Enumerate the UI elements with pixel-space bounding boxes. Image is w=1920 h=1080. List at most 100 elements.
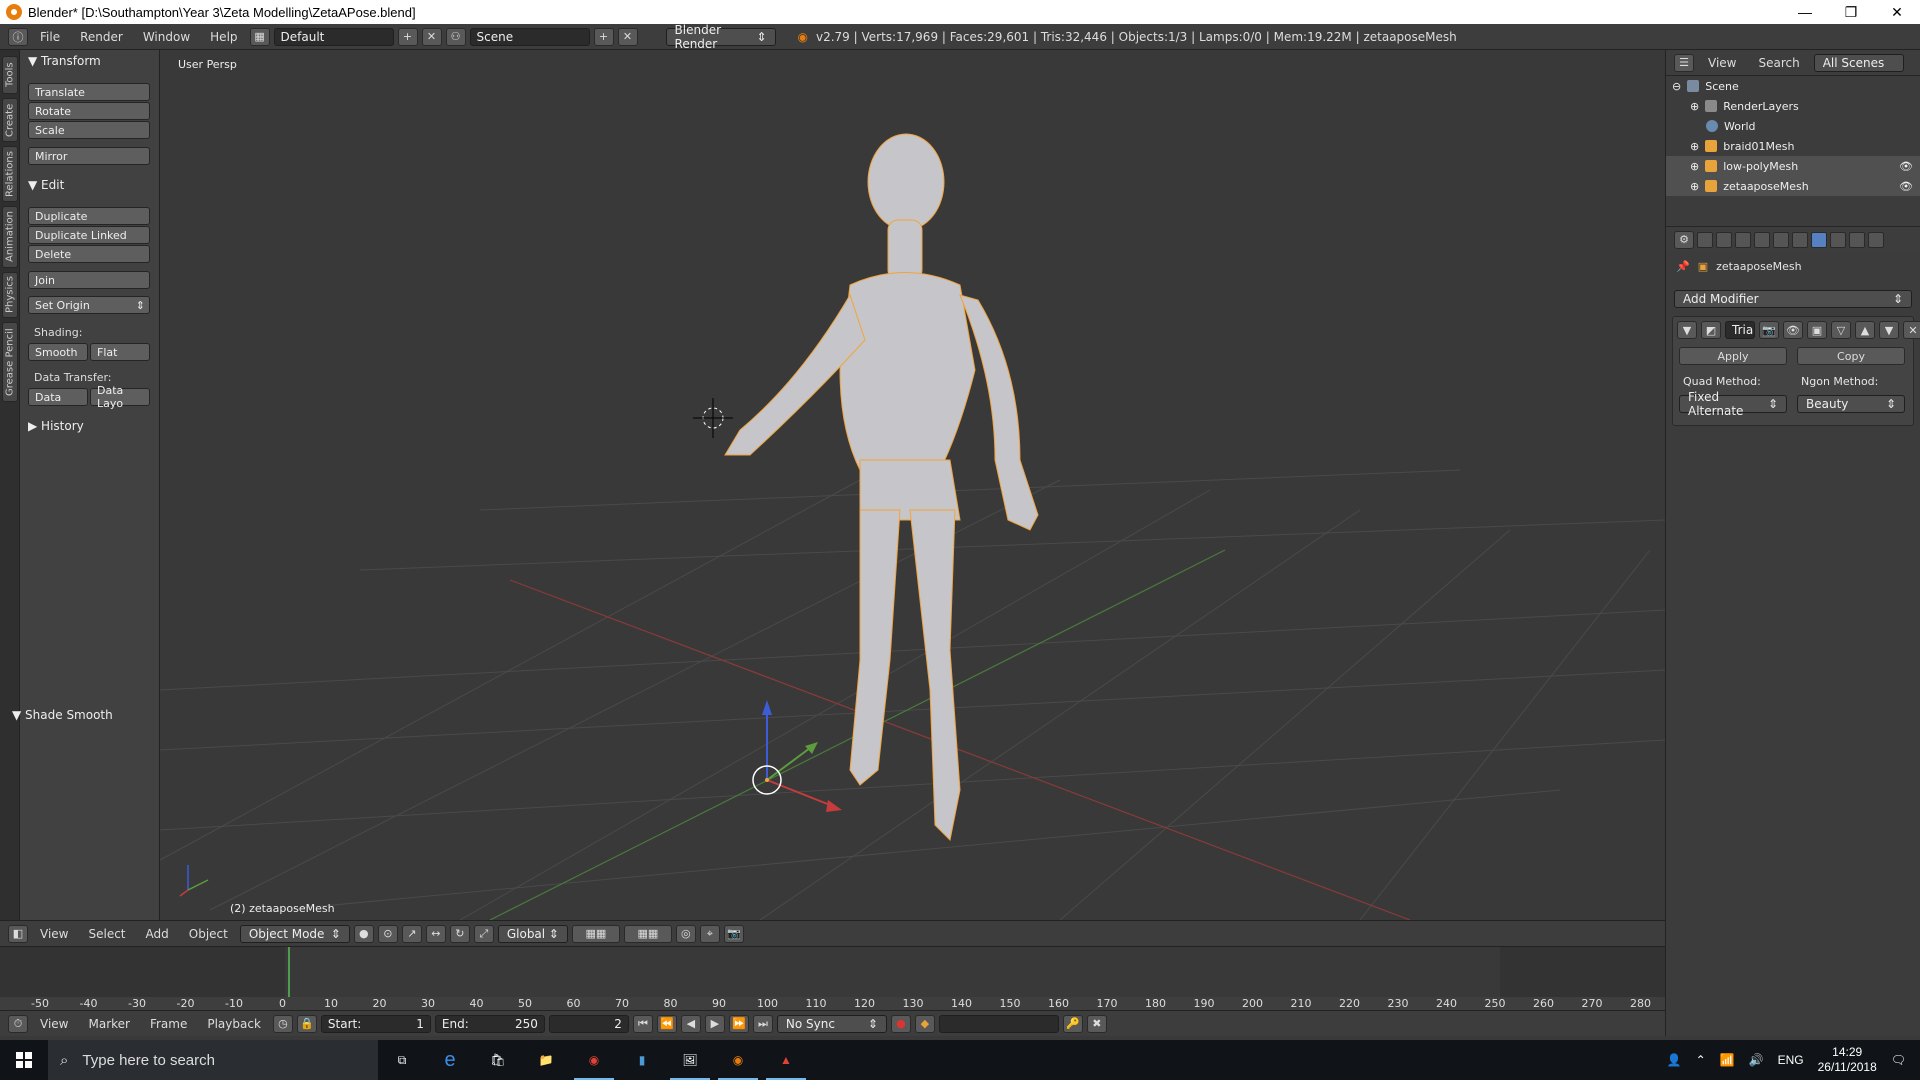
duplicate-button[interactable]: Duplicate [28, 207, 150, 225]
add-layout-icon[interactable]: + [397, 27, 418, 46]
menu-render[interactable]: Render [72, 30, 131, 44]
play-reverse-icon[interactable]: ◀ [680, 1014, 701, 1033]
viewport-toggle-icon[interactable]: 👁 [1783, 321, 1803, 339]
pin-icon[interactable]: 📌 [1676, 260, 1690, 273]
editor-type-outliner-icon[interactable]: ☰ [1674, 53, 1694, 72]
clock[interactable]: 14:29 26/11/2018 [1818, 1045, 1877, 1075]
3d-cursor[interactable] [693, 398, 733, 438]
render-layers-tab-icon[interactable] [1716, 231, 1732, 248]
remove-layout-icon[interactable]: ✕ [421, 27, 442, 46]
shade-smooth-panel-header[interactable]: ▼ Shade Smooth [12, 708, 113, 722]
join-button[interactable]: Join [28, 271, 150, 289]
layers-grid-b-icon[interactable]: ▦▦ [623, 924, 672, 943]
smooth-button[interactable]: Smooth [28, 343, 88, 361]
current-frame-marker[interactable] [288, 947, 290, 997]
add-modifier-dropdown[interactable]: Add Modifier ⇕ [1674, 290, 1912, 308]
editor-type-timeline-icon[interactable]: ⏱ [8, 1014, 28, 1033]
viewport-shading-icon[interactable]: ● [353, 924, 374, 943]
tray-chevron-icon[interactable]: ⌃ [1696, 1053, 1706, 1067]
jump-start-icon[interactable]: ⏮ [632, 1014, 653, 1033]
scene-icon[interactable]: ⚇ [445, 27, 466, 46]
outliner-filter-dropdown[interactable]: All Scenes [1813, 53, 1904, 72]
tab-relations[interactable]: Relations [2, 146, 18, 202]
windows-start-icon[interactable] [0, 1040, 48, 1080]
outliner-view-menu[interactable]: View [1700, 56, 1744, 70]
end-frame-field[interactable]: End: 250 [434, 1014, 545, 1033]
rotate-button[interactable]: Rotate [28, 102, 150, 120]
tab-tools[interactable]: Tools [2, 56, 18, 94]
scale-button[interactable]: Scale [28, 121, 150, 139]
outliner-search-menu[interactable]: Search [1750, 56, 1807, 70]
render-engine-dropdown[interactable]: Blender Render ⇕ [665, 23, 776, 51]
mode-dropdown[interactable]: Object Mode ⇕ [239, 924, 350, 943]
mirror-button[interactable]: Mirror [28, 147, 150, 165]
tab-animation[interactable]: Animation [2, 206, 18, 268]
view-menu[interactable]: View [32, 927, 76, 941]
playback-menu[interactable]: Playback [199, 1017, 269, 1031]
scale-manipulator-icon[interactable]: ⤢ [473, 924, 494, 943]
remove-modifier-icon[interactable]: ✕ [1903, 321, 1920, 339]
constraints-tab-icon[interactable] [1792, 231, 1808, 248]
snap-icon[interactable]: ⌖ [699, 924, 720, 943]
expand-icon[interactable]: ⊖ [1672, 80, 1681, 93]
record-icon[interactable]: ● [890, 1014, 911, 1033]
start-frame-field[interactable]: Start: 1 [320, 1014, 431, 1033]
file-explorer-icon[interactable]: 📁 [522, 1040, 570, 1080]
range-icon[interactable]: ◷ [272, 1014, 293, 1033]
proportional-edit-icon[interactable]: ◎ [675, 924, 696, 943]
render-tab-icon[interactable] [1697, 231, 1713, 248]
edge-icon[interactable]: e [426, 1040, 474, 1080]
3d-viewport[interactable]: User Persp (2) zetaaposeMesh [160, 50, 1665, 920]
material-tab-icon[interactable] [1849, 231, 1865, 248]
notification-icon[interactable]: 🗨 [1891, 1053, 1906, 1067]
info-editor-type-icon[interactable]: ⓘ [8, 27, 28, 46]
close-button[interactable]: ✕ [1874, 4, 1920, 21]
data-transfer-button[interactable]: Data [28, 388, 88, 406]
render-preview-icon[interactable]: 📷 [723, 924, 744, 943]
object-menu[interactable]: Object [181, 927, 236, 941]
blender-taskbar-icon[interactable]: ◉ [714, 1040, 762, 1080]
frame-menu[interactable]: Frame [142, 1017, 195, 1031]
history-panel-header[interactable]: ▶ History [28, 419, 84, 433]
expand-icon[interactable]: ⊕ [1690, 140, 1699, 153]
lock-icon[interactable]: 🔒 [296, 1014, 317, 1033]
texture-tab-icon[interactable] [1868, 231, 1884, 248]
delete-button[interactable]: Delete [28, 245, 150, 263]
apply-button[interactable]: Apply [1679, 347, 1787, 365]
transform-panel-header[interactable]: ▼ Transform [28, 54, 101, 68]
editmode-toggle-icon[interactable]: ▣ [1807, 321, 1827, 339]
manipulator-toggle-icon[interactable]: ↗ [401, 924, 422, 943]
edit-panel-header[interactable]: ▼ Edit [28, 178, 64, 192]
set-origin-dropdown[interactable]: Set Origin ⇕ [28, 296, 150, 314]
tab-create[interactable]: Create [2, 98, 18, 142]
sync-dropdown[interactable]: No Sync ⇕ [776, 1014, 887, 1033]
expand-icon[interactable]: ⊕ [1690, 180, 1699, 193]
visibility-eye-icon[interactable]: 👁 [1899, 160, 1913, 173]
taskbar-search[interactable]: ⌕ Type here to search [48, 1040, 378, 1080]
volume-icon[interactable]: 🔊 [1749, 1053, 1764, 1067]
layout-grid-icon[interactable]: ▦ [249, 27, 270, 46]
marker-menu[interactable]: Marker [80, 1017, 137, 1031]
tab-physics[interactable]: Physics [2, 272, 18, 318]
object-tab-icon[interactable] [1773, 231, 1789, 248]
play-icon[interactable]: ▶ [704, 1014, 725, 1033]
translate-button[interactable]: Translate [28, 83, 150, 101]
editor-type-properties-icon[interactable]: ⚙ [1674, 230, 1694, 249]
copy-button[interactable]: Copy [1797, 347, 1905, 365]
tab-grease-pencil[interactable]: Grease Pencil [2, 322, 18, 402]
quad-method-dropdown[interactable]: Fixed Alternate ⇕ [1679, 390, 1787, 418]
transform-manipulator[interactable] [752, 700, 842, 812]
store-icon[interactable]: 🛍 [474, 1040, 522, 1080]
human-mesh[interactable] [724, 133, 1039, 842]
flat-button[interactable]: Flat [90, 343, 150, 361]
app-icon[interactable]: ▮ [618, 1040, 666, 1080]
keying-set-field[interactable] [938, 1014, 1059, 1033]
outliner-item-low-polymesh[interactable]: ⊕ low-polyMesh 👁 [1666, 156, 1920, 176]
rotate-manipulator-icon[interactable]: ↻ [449, 924, 470, 943]
sketch-app-icon[interactable]: ▲ [762, 1040, 810, 1080]
modifier-name-field[interactable]: Tria [1725, 321, 1755, 339]
select-menu[interactable]: Select [80, 927, 133, 941]
prev-keyframe-icon[interactable]: ⏪ [656, 1014, 677, 1033]
outliner-item-zetaaposemesh[interactable]: ⊕ zetaaposeMesh 👁 [1666, 176, 1920, 196]
translate-manipulator-icon[interactable]: ↔ [425, 924, 446, 943]
